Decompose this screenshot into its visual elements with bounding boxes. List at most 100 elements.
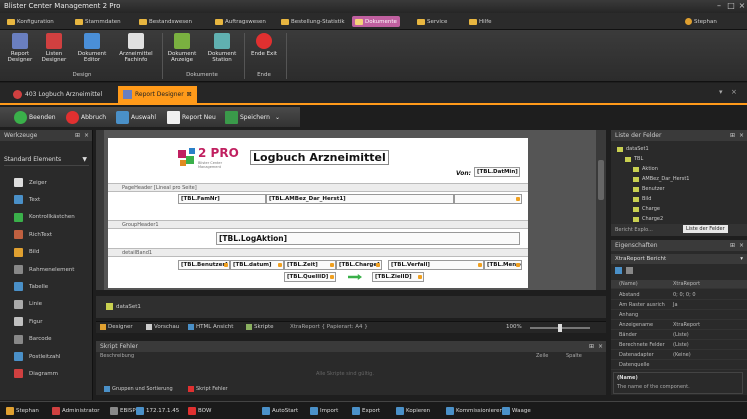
tree-item-0[interactable]: dataSet1 — [617, 146, 649, 152]
field-detail-1[interactable]: [TBL.datum] — [230, 260, 284, 270]
status-item-8[interactable]: Kopieren — [396, 407, 430, 415]
property-row[interactable]: Anzeigename XtraReport — [611, 321, 747, 330]
ribbon-button-6[interactable]: Ende Exit — [248, 33, 280, 57]
tab-list-icon[interactable]: ▾ — [719, 88, 723, 96]
dataset-item[interactable]: dataSet1 — [106, 303, 141, 310]
zoom-slider[interactable] — [530, 324, 590, 332]
property-row[interactable]: Datenquelle — [611, 361, 747, 370]
status-item-5[interactable]: AutoStart — [262, 407, 298, 415]
tree-item-5[interactable]: Bild — [633, 196, 651, 202]
menu-item-2[interactable]: Bestandswesen — [136, 16, 195, 27]
field-detail-2[interactable]: [TBL.Zeit] — [284, 260, 336, 270]
band-groupheader[interactable]: GroupHeader1 — [108, 220, 528, 229]
menu-item-3[interactable]: Auftragswesen — [212, 16, 269, 27]
ribbon-button-1[interactable]: Listen Designer — [38, 33, 70, 63]
field-famnr[interactable]: [TBL.FamNr] — [178, 194, 266, 204]
menu-item-5[interactable]: Dokumente — [352, 16, 400, 27]
pin-icon[interactable]: ⊞ — [589, 343, 594, 350]
ribbon-button-4[interactable]: Dokument Anzeige — [166, 33, 198, 63]
column-beschreibung[interactable]: Beschreibung — [100, 353, 134, 359]
tab-bericht-explorer[interactable]: Bericht Explo... — [615, 227, 653, 233]
tab-skripte[interactable]: Skripte — [246, 324, 274, 330]
collapse-icon[interactable]: ▼ — [82, 156, 87, 163]
user-menu[interactable]: Stephan — [682, 16, 720, 27]
property-row[interactable]: Datenadapter (Keine) — [611, 351, 747, 360]
alphabetical-icon[interactable] — [625, 267, 633, 274]
von-label[interactable]: Von: — [456, 170, 471, 177]
band-pageheader[interactable]: PageHeader [Lineal pro Seite] — [108, 183, 528, 192]
ribbon-button-2[interactable]: Dokument Editor — [76, 33, 108, 63]
band-detail[interactable]: detailBand1 — [108, 248, 528, 257]
status-item-9[interactable]: Kommissionieren — [446, 407, 503, 415]
status-item-3[interactable]: 172.17.1.45 — [136, 407, 179, 415]
status-item-0[interactable]: Stephan — [6, 407, 39, 415]
field-detail-4[interactable]: [TBL.Verfall] — [388, 260, 484, 270]
tool-item-4[interactable]: Bild — [14, 247, 39, 257]
tool-item-7[interactable]: Linie — [14, 299, 42, 309]
maximize-button[interactable]: □ — [726, 1, 736, 11]
close-tab-icon[interactable]: ⊠ — [187, 91, 192, 98]
tab-close-all-icon[interactable]: × — [731, 88, 737, 96]
tool-item-1[interactable]: Text — [14, 195, 40, 205]
beenden-button[interactable]: Beenden — [14, 109, 56, 125]
menu-item-7[interactable]: Hilfe — [466, 16, 495, 27]
ribbon-button-0[interactable]: Report Designer — [4, 33, 36, 63]
close-panel-icon[interactable]: × — [739, 242, 744, 249]
categorized-icon[interactable] — [615, 267, 622, 274]
menu-item-0[interactable]: Konfiguration — [4, 16, 57, 27]
column-zeile[interactable]: Zeile — [536, 353, 548, 359]
tree-item-2[interactable]: Aktion — [633, 166, 658, 172]
pin-icon[interactable]: ⊞ — [730, 242, 735, 249]
vertical-scrollbar[interactable] — [596, 130, 606, 290]
field-logaktion[interactable]: [TBL.LogAktion] — [216, 232, 520, 245]
field-detail-3[interactable]: [TBL.Charge] — [336, 260, 382, 270]
status-item-7[interactable]: Export — [352, 407, 380, 415]
field-detail-5[interactable]: [TBL.Menge] — [484, 260, 522, 270]
field-detail-0[interactable]: [TBL.Benutzer] — [178, 260, 230, 270]
field-datmin[interactable]: [TBL.DatMin] — [474, 167, 520, 177]
tool-item-11[interactable]: Diagramm — [14, 369, 58, 379]
dropdown-icon[interactable]: ▾ — [740, 256, 743, 262]
dropdown-icon[interactable]: ⌄ — [275, 114, 280, 121]
close-button[interactable]: × — [737, 1, 747, 11]
menu-item-6[interactable]: Service — [414, 16, 450, 27]
report-neu-button[interactable]: Report Neu — [167, 109, 216, 125]
pin-icon[interactable]: ⊞ — [730, 132, 735, 139]
field-detail2-0[interactable]: [TBL.QuellID] — [284, 272, 336, 282]
object-selector[interactable]: XtraReport Bericht ▾ — [611, 254, 747, 264]
speichern-button[interactable]: Speichern ⌄ — [225, 109, 280, 125]
tab-logbuch[interactable]: 403 Logbuch Arzneimittel — [8, 86, 107, 103]
status-item-6[interactable]: Import — [310, 407, 338, 415]
tab-gruppen[interactable]: Gruppen und Sortierung — [104, 386, 173, 392]
menu-item-4[interactable]: Bestellung-Statistik — [278, 16, 348, 27]
tree-item-4[interactable]: Benutzer — [633, 186, 665, 192]
property-row[interactable]: Bänder (Liste) — [611, 331, 747, 340]
property-row[interactable]: Berechnete Felder (Liste) — [611, 341, 747, 350]
property-row[interactable]: Abstand 0; 0; 0; 0 — [611, 291, 747, 300]
close-panel-icon[interactable]: × — [84, 132, 89, 139]
property-row[interactable]: Anhang — [611, 311, 747, 320]
tab-liste-der-felder[interactable]: Liste der Felder — [683, 225, 728, 233]
pin-icon[interactable]: ⊞ — [75, 132, 80, 139]
tab-skript-fehler[interactable]: Skript Fehler — [188, 386, 228, 392]
tool-item-5[interactable]: Rahmenelement — [14, 265, 74, 274]
report-page[interactable]: 2 PRO Blister Center Management Logbuch … — [108, 138, 528, 288]
tool-item-6[interactable]: Tabelle — [14, 282, 48, 292]
status-item-4[interactable]: BOW — [188, 407, 211, 415]
field-ambez[interactable]: [TBL.AMBez_Dar_Herst1] — [266, 194, 454, 204]
tree-item-7[interactable]: Charge2 — [633, 216, 663, 222]
menu-item-1[interactable]: Stammdaten — [72, 16, 124, 27]
minimize-button[interactable]: – — [714, 1, 724, 11]
property-row[interactable]: Am Raster ausrich Ja — [611, 301, 747, 310]
close-panel-icon[interactable]: × — [739, 132, 744, 139]
tab-report-designer[interactable]: Report Designer ⊠ — [118, 86, 197, 103]
tree-item-3[interactable]: AMBez_Dar_Herst1 — [633, 176, 689, 182]
auswahl-button[interactable]: Auswahl — [116, 109, 156, 125]
field-detail2-1[interactable]: [TBL.ZielID] — [372, 272, 424, 282]
abbruch-button[interactable]: Abbruch — [66, 109, 106, 125]
field-empty[interactable] — [454, 194, 522, 204]
tab-designer[interactable]: Designer — [100, 324, 133, 330]
tool-item-10[interactable]: Postleitzahl — [14, 352, 60, 361]
tool-item-0[interactable]: Zeiger — [14, 178, 47, 187]
ribbon-button-5[interactable]: Dokument Station — [206, 33, 238, 63]
